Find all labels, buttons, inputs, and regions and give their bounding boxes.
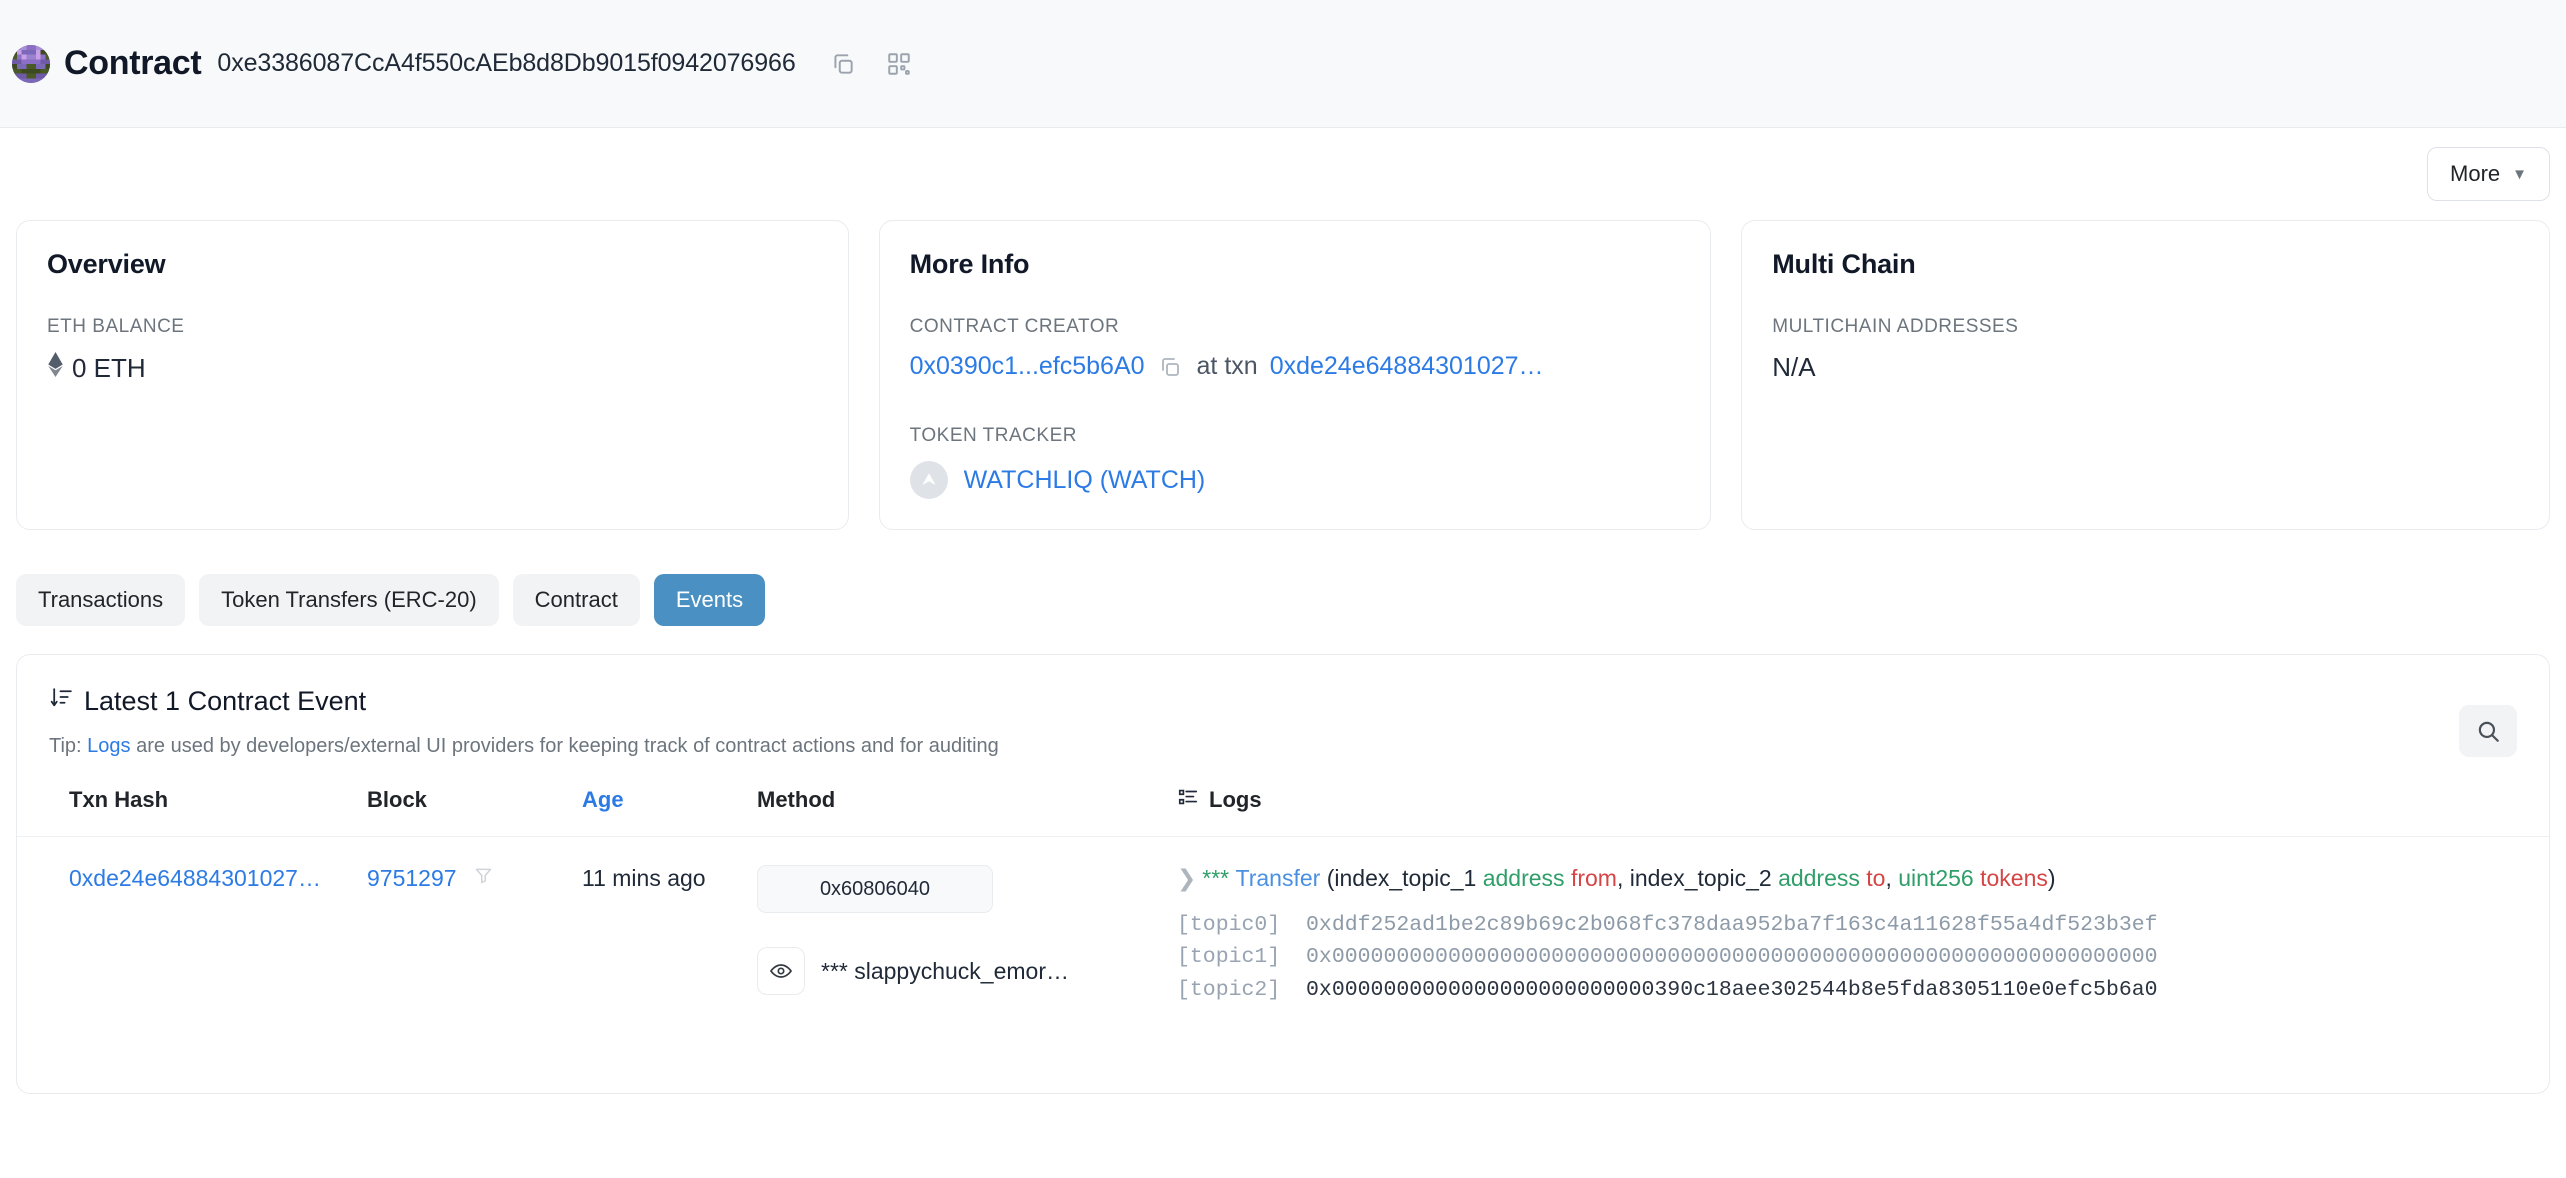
event-name[interactable]: Transfer bbox=[1236, 865, 1321, 891]
creation-txn-link[interactable]: 0xde24e64884301027… bbox=[1270, 352, 1544, 381]
events-tip: Tip: Logs are used by developers/externa… bbox=[49, 735, 2517, 758]
topic-2-value: 0x0000000000000000000000000390c18aee3025… bbox=[1306, 977, 2158, 1002]
more-info-title: More Info bbox=[909, 249, 1030, 279]
param-2-name: tokens bbox=[1980, 865, 2048, 891]
token-tracker-label: TOKEN TRACKER bbox=[909, 425, 1077, 446]
tip-prefix: Tip: bbox=[49, 735, 82, 757]
more-info-card: More Info CONTRACT CREATOR 0x0390c1...ef… bbox=[878, 220, 1712, 530]
sort-descending-icon bbox=[49, 685, 74, 717]
tip-logs-link[interactable]: Logs bbox=[87, 735, 130, 757]
overview-title: Overview bbox=[47, 249, 166, 279]
cell-txn-hash: 0xde24e64884301027… bbox=[17, 837, 367, 1007]
copy-icon[interactable] bbox=[826, 47, 860, 81]
more-button[interactable]: More ▼ bbox=[2427, 147, 2550, 201]
page-header: Contract 0xe3386087CcA4f550cAEb8d8Db9015… bbox=[0, 0, 2566, 128]
param-1-type: address bbox=[1778, 865, 1860, 891]
page-title: Contract bbox=[64, 44, 202, 82]
txn-hash-link[interactable]: 0xde24e64884301027… bbox=[69, 865, 321, 891]
col-block: Block bbox=[367, 786, 582, 837]
event-signature: ❯ *** Transfer (index_topic_1 address fro… bbox=[1177, 865, 2549, 893]
overview-card: Overview ETH BALANCE 0 ETH bbox=[16, 220, 849, 530]
events-table-body: 0xde24e64884301027… 9751297 11 mins ago … bbox=[17, 837, 2549, 1007]
table-header-row: Txn Hash Block Age Method Logs bbox=[17, 786, 2549, 837]
col-logs-label: Logs bbox=[1209, 787, 1262, 812]
eth-balance-label: ETH BALANCE bbox=[47, 316, 185, 337]
ethereum-diamond-icon bbox=[47, 352, 64, 384]
contract-name: *** slappychuck_emor… bbox=[821, 957, 1070, 984]
topic-2-label: [topic2] bbox=[1177, 977, 1281, 1002]
logs-list-icon bbox=[1177, 786, 1199, 814]
events-heading: Latest 1 Contract Event bbox=[84, 685, 367, 716]
eth-balance-value: 0 ETH bbox=[72, 352, 146, 383]
chevron-right-icon[interactable]: ❯ bbox=[1177, 865, 1196, 891]
copy-icon[interactable] bbox=[1157, 354, 1183, 380]
token-tracker-row: WATCHLIQ (WATCH) bbox=[909, 461, 1681, 499]
log-topics: [topic0] 0xddf252ad1be2c89b69c2b068fc378… bbox=[1177, 909, 2549, 1007]
cell-age: 11 mins ago bbox=[582, 865, 706, 891]
param-0-name: from bbox=[1570, 865, 1617, 891]
col-age[interactable]: Age bbox=[582, 786, 757, 837]
multichain-addresses-label: MULTICHAIN ADDRESSES bbox=[1772, 316, 2019, 337]
contract-address: 0xe3386087CcA4f550cAEb8d8Db9015f09420769… bbox=[217, 49, 796, 77]
avatar bbox=[12, 44, 50, 83]
eth-balance-value-row: 0 ETH bbox=[47, 352, 818, 384]
contract-name-row: *** slappychuck_emor… bbox=[757, 947, 1177, 995]
param-0-index: index_topic_1 bbox=[1334, 865, 1477, 891]
param-0-sep: , bbox=[1616, 865, 1630, 891]
tab-token-transfers[interactable]: Token Transfers (ERC-20) bbox=[199, 574, 499, 626]
events-heading-row: Latest 1 Contract Event bbox=[49, 685, 2517, 717]
summary-cards: Overview ETH BALANCE 0 ETH More Info CON… bbox=[0, 220, 2566, 530]
at-txn-label: at txn bbox=[1196, 352, 1258, 380]
col-method: Method bbox=[757, 786, 1177, 837]
topic-1-value: 0x00000000000000000000000000000000000000… bbox=[1306, 945, 2158, 970]
funnel-filter-icon[interactable] bbox=[473, 868, 494, 891]
contract-page: Contract 0xe3386087CcA4f550cAEb8d8Db9015… bbox=[0, 0, 2566, 1178]
more-button-label: More bbox=[2450, 161, 2501, 186]
eye-icon[interactable] bbox=[757, 947, 805, 995]
qr-code-icon[interactable] bbox=[882, 47, 916, 81]
topic-line: [topic2] 0x0000000000000000000000000390c… bbox=[1177, 974, 2549, 1007]
topic-line: [topic1] 0x00000000000000000000000000000… bbox=[1177, 941, 2549, 974]
chevron-down-icon: ▼ bbox=[2512, 165, 2527, 183]
tab-events[interactable]: Events bbox=[653, 574, 766, 626]
events-panel: Latest 1 Contract Event Tip: Logs are us… bbox=[16, 654, 2550, 1094]
col-logs: Logs bbox=[1177, 786, 2549, 837]
multi-chain-card: Multi Chain MULTICHAIN ADDRESSES N/A bbox=[1741, 220, 2550, 530]
cell-block: 9751297 bbox=[367, 837, 582, 1007]
paren-close: ) bbox=[2047, 865, 2056, 891]
contract-creator-row: 0x0390c1...efc5b6A0 at txn 0xde24e648843… bbox=[910, 352, 1681, 381]
param-2-type: uint256 bbox=[1898, 865, 1974, 891]
search-icon[interactable] bbox=[2459, 705, 2517, 757]
creator-address-link[interactable]: 0x0390c1...efc5b6A0 bbox=[910, 352, 1145, 381]
toolbar-row: More ▼ bbox=[0, 128, 2566, 220]
topic-0-label: [topic0] bbox=[1177, 912, 1281, 937]
table-row: 0xde24e64884301027… 9751297 11 mins ago … bbox=[17, 837, 2549, 1007]
cell-method: 0x60806040 *** slappychuck_emor… bbox=[757, 837, 1177, 1007]
token-logo-icon bbox=[909, 461, 948, 499]
tip-suffix: are used by developers/external UI provi… bbox=[136, 735, 999, 757]
multichain-addresses-value: N/A bbox=[1772, 352, 1816, 382]
token-tracker-link[interactable]: WATCHLIQ (WATCH) bbox=[964, 466, 1206, 495]
param-0-type: address bbox=[1482, 865, 1565, 891]
contract-creator-label: CONTRACT CREATOR bbox=[909, 316, 1120, 337]
multi-chain-title: Multi Chain bbox=[1772, 249, 1916, 279]
param-1-index: index_topic_2 bbox=[1629, 865, 1772, 891]
events-panel-header: Latest 1 Contract Event Tip: Logs are us… bbox=[17, 655, 2549, 758]
block-link[interactable]: 9751297 bbox=[367, 865, 457, 891]
tab-transactions[interactable]: Transactions bbox=[16, 574, 186, 626]
cell-logs: ❯ *** Transfer (index_topic_1 address fro… bbox=[1177, 837, 2549, 1007]
param-1-name: to bbox=[1866, 865, 1886, 891]
events-table-head: Txn Hash Block Age Method Logs bbox=[17, 786, 2549, 837]
tab-contract[interactable]: Contract bbox=[512, 574, 640, 626]
topic-1-label: [topic1] bbox=[1177, 945, 1281, 970]
topic-0-value: 0xddf252ad1be2c89b69c2b068fc378daa952ba7… bbox=[1306, 912, 2158, 937]
col-txn-hash: Txn Hash bbox=[17, 786, 367, 837]
topic-line: [topic0] 0xddf252ad1be2c89b69c2b068fc378… bbox=[1177, 909, 2549, 942]
event-stars: *** bbox=[1202, 865, 1230, 891]
tab-bar: Transactions Token Transfers (ERC-20) Co… bbox=[0, 530, 2566, 626]
method-badge[interactable]: 0x60806040 bbox=[757, 865, 993, 913]
param-1-sep: , bbox=[1885, 865, 1899, 891]
events-table: Txn Hash Block Age Method Logs 0xde24e64… bbox=[17, 786, 2549, 1007]
